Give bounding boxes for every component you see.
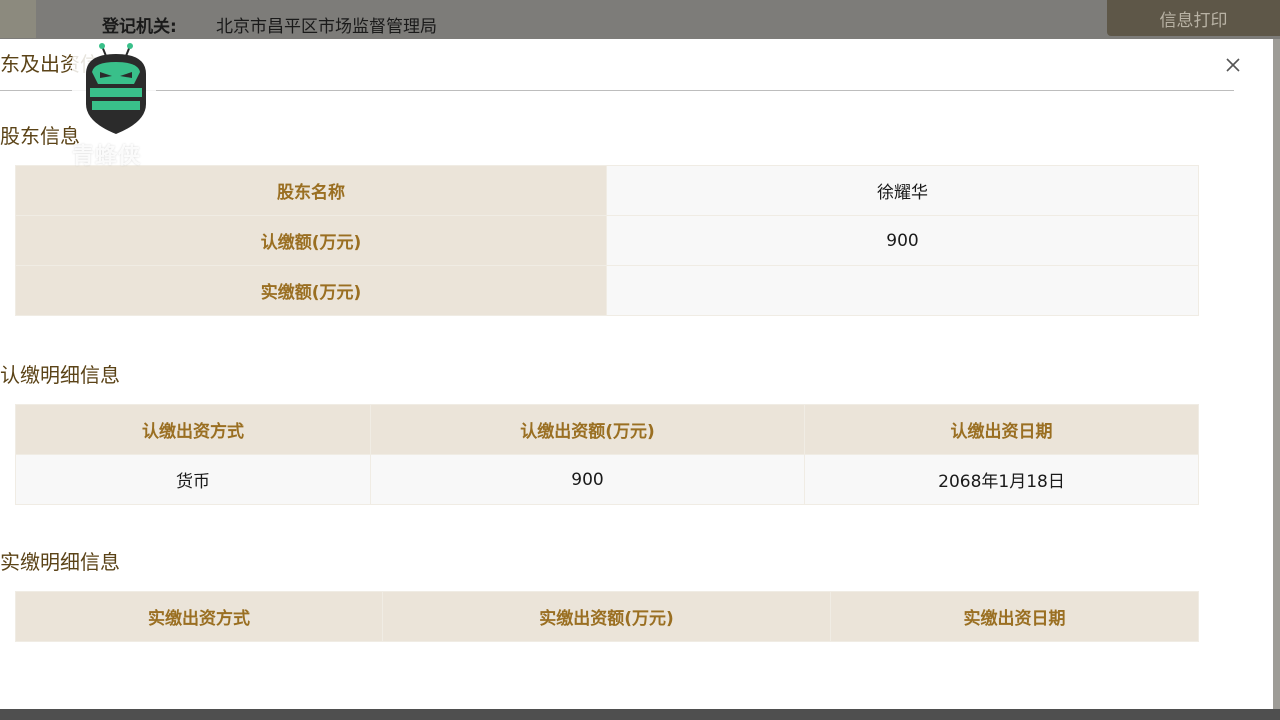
registration-authority-label: 登记机关:	[102, 17, 177, 37]
background-header: 登记机关: 北京市昌平区市场监督管理局	[0, 0, 1280, 40]
paid-section-title: 实缴明细信息	[0, 550, 120, 574]
overlay-right-edge	[1273, 39, 1280, 709]
table-row: 股东名称 徐耀华	[15, 165, 1199, 216]
subscribed-amount-header: 认缴出资额(万元)	[370, 404, 805, 455]
table-header-row: 实缴出资方式 实缴出资额(万元) 实缴出资日期	[15, 591, 1199, 642]
subscribed-section-title: 认缴明细信息	[0, 363, 120, 387]
watermark: 青蜂侠	[68, 42, 160, 169]
subscribed-date-header: 认缴出资日期	[804, 404, 1199, 455]
overlay-bottom-edge	[0, 709, 1280, 720]
shareholder-table: 股东名称 徐耀华 认缴额(万元) 900 实缴额(万元)	[15, 165, 1199, 316]
paid-amount-header: 实缴出资额(万元)	[382, 591, 831, 642]
table-row: 货币 900 2068年1月18日	[15, 454, 1199, 505]
watermark-text: 青蜂侠	[72, 144, 142, 169]
subscribed-method-header: 认缴出资方式	[15, 404, 371, 455]
table-header-row: 认缴出资方式 认缴出资额(万元) 认缴出资日期	[15, 404, 1199, 455]
shareholder-name-label: 股东名称	[15, 165, 607, 216]
subscribed-amount-cell: 900	[370, 454, 805, 505]
shareholder-name-value: 徐耀华	[606, 165, 1199, 216]
background-thumbnail	[0, 0, 36, 38]
print-info-button[interactable]: 信息打印	[1107, 0, 1280, 36]
table-row: 认缴额(万元) 900	[15, 215, 1199, 266]
table-row: 实缴额(万元)	[15, 265, 1199, 316]
close-icon[interactable]	[1224, 56, 1242, 74]
subscribed-amount-value: 900	[606, 215, 1199, 266]
paid-detail-table: 实缴出资方式 实缴出资额(万元) 实缴出资日期	[15, 591, 1199, 642]
subscribed-date-cell: 2068年1月18日	[804, 454, 1199, 505]
subscribed-method-cell: 货币	[15, 454, 371, 505]
paid-date-header: 实缴出资日期	[830, 591, 1199, 642]
bee-logo-icon	[86, 43, 146, 134]
subscribed-amount-label: 认缴额(万元)	[15, 215, 607, 266]
paid-amount-label: 实缴额(万元)	[15, 265, 607, 316]
subscribed-detail-table: 认缴出资方式 认缴出资额(万元) 认缴出资日期 货币 900 2068年1月18…	[15, 404, 1199, 505]
registration-authority-value: 北京市昌平区市场监督管理局	[216, 17, 437, 37]
paid-amount-value	[606, 265, 1199, 316]
modal-title-divider	[0, 90, 1234, 91]
paid-method-header: 实缴出资方式	[15, 591, 383, 642]
